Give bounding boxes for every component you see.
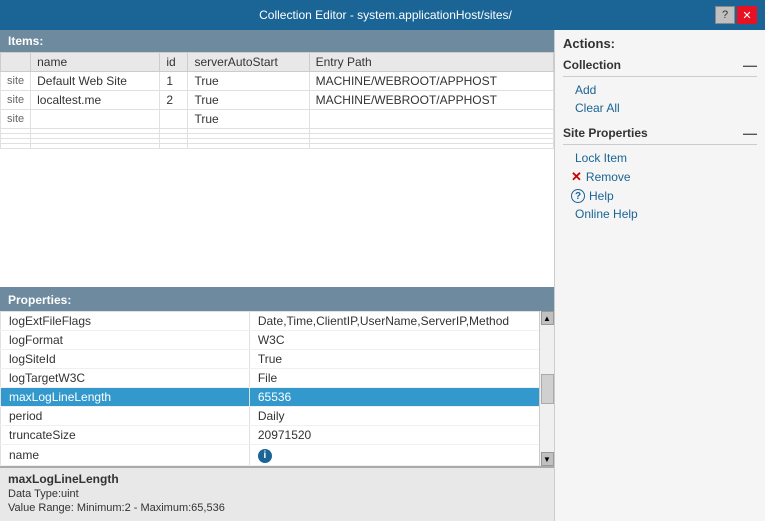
remove-icon: ✕ [571,169,582,185]
prop-name: logFormat [1,331,250,350]
actions-header: Actions: [563,36,757,51]
row-type: site [1,72,31,91]
prop-desc-datatype: Data Type:uint [8,488,546,500]
prop-row[interactable]: name i [1,445,554,466]
items-table: name id serverAutoStart Entry Path site … [0,52,554,149]
title-bar: Collection Editor - system.applicationHo… [0,0,765,30]
site-properties-title: Site Properties — [563,125,757,145]
row-entrypath: MACHINE/WEBROOT/APPHOST [309,72,553,91]
properties-section: Properties: logExtFileFlags Date,Time,Cl… [0,287,554,521]
col-id: id [160,53,188,72]
col-serverautostart: serverAutoStart [188,53,309,72]
row-entrypath [309,110,553,129]
info-icon: i [258,449,272,463]
prop-value: 65536 [249,388,553,407]
prop-row[interactable]: logExtFileFlags Date,Time,ClientIP,UserN… [1,312,554,331]
help-label[interactable]: Help [589,189,614,203]
collection-title: Collection — [563,57,757,77]
prop-value: Date,Time,ClientIP,UserName,ServerIP,Met… [249,312,553,331]
collection-group: Collection — Add Clear All [563,57,757,117]
prop-name: truncateSize [1,426,250,445]
lock-item-label: Lock Item [575,151,627,165]
prop-name: maxLogLineLength [1,388,250,407]
site-properties-label: Site Properties [563,126,648,140]
prop-row-selected[interactable]: maxLogLineLength 65536 [1,388,554,407]
table-row[interactable]: site localtest.me 2 True MACHINE/WEBROOT… [1,91,554,110]
row-id: 1 [160,72,188,91]
prop-description: maxLogLineLength Data Type:uint Value Ra… [0,466,554,521]
prop-row[interactable]: logTargetW3C File [1,369,554,388]
collection-label: Collection [563,58,621,72]
row-name: localtest.me [31,91,160,110]
prop-row[interactable]: period Daily [1,407,554,426]
online-help-label: Online Help [575,207,638,221]
remove-link[interactable]: ✕ Remove [563,167,757,187]
prop-name: period [1,407,250,426]
prop-value: i [249,445,553,466]
close-button[interactable]: ✕ [737,6,757,24]
site-properties-group: Site Properties — Lock Item ✕ Remove ? H… [563,125,757,223]
prop-row[interactable]: truncateSize 20971520 [1,426,554,445]
props-table: logExtFileFlags Date,Time,ClientIP,UserN… [0,311,554,466]
left-panel: Items: name id serverAutoStart Entry Pat… [0,30,555,521]
site-properties-collapse-btn[interactable]: — [743,125,757,141]
items-header: Items: [0,30,554,52]
prop-value: Daily [249,407,553,426]
help-icon: ? [571,189,585,203]
clear-all-link[interactable]: Clear All [563,99,757,117]
help-link[interactable]: ? Help [563,187,757,205]
row-type: site [1,91,31,110]
row-autostart: True [188,91,309,110]
row-id: 2 [160,91,188,110]
prop-name: logSiteId [1,350,250,369]
collection-collapse-btn[interactable]: — [743,57,757,73]
prop-desc-range: Value Range: Minimum:2 - Maximum:65,536 [8,502,546,514]
props-table-container[interactable]: logExtFileFlags Date,Time,ClientIP,UserN… [0,311,554,466]
scrollbar[interactable]: ▲ ▼ [539,311,554,466]
table-row[interactable] [1,144,554,149]
prop-value: W3C [249,331,553,350]
col-entrypath: Entry Path [309,53,553,72]
prop-value: True [249,350,553,369]
title-bar-title: Collection Editor - system.applicationHo… [56,8,715,22]
row-autostart: True [188,110,309,129]
row-id [160,110,188,129]
prop-row[interactable]: logSiteId True [1,350,554,369]
scroll-thumb[interactable] [541,374,554,404]
scroll-down[interactable]: ▼ [541,452,554,466]
prop-desc-title: maxLogLineLength [8,472,546,486]
lock-item-link[interactable]: Lock Item [563,149,757,167]
remove-label[interactable]: Remove [586,170,631,184]
prop-name: name [1,445,250,466]
online-help-link[interactable]: Online Help [563,205,757,223]
table-row[interactable]: site Default Web Site 1 True MACHINE/WEB… [1,72,554,91]
row-name [31,110,160,129]
properties-header: Properties: [0,289,554,311]
help-button[interactable]: ? [715,6,735,24]
row-type: site [1,110,31,129]
add-link[interactable]: Add [563,81,757,99]
col-label-empty [1,53,31,72]
col-name: name [31,53,160,72]
prop-value: File [249,369,553,388]
table-row[interactable]: site True [1,110,554,129]
items-section: Items: name id serverAutoStart Entry Pat… [0,30,554,287]
items-table-container[interactable]: name id serverAutoStart Entry Path site … [0,52,554,287]
right-panel: Actions: Collection — Add Clear All Site… [555,30,765,521]
row-autostart: True [188,72,309,91]
prop-name: logTargetW3C [1,369,250,388]
row-entrypath: MACHINE/WEBROOT/APPHOST [309,91,553,110]
prop-row[interactable]: logFormat W3C [1,331,554,350]
scroll-up[interactable]: ▲ [541,311,554,325]
row-name: Default Web Site [31,72,160,91]
prop-value: 20971520 [249,426,553,445]
prop-name: logExtFileFlags [1,312,250,331]
